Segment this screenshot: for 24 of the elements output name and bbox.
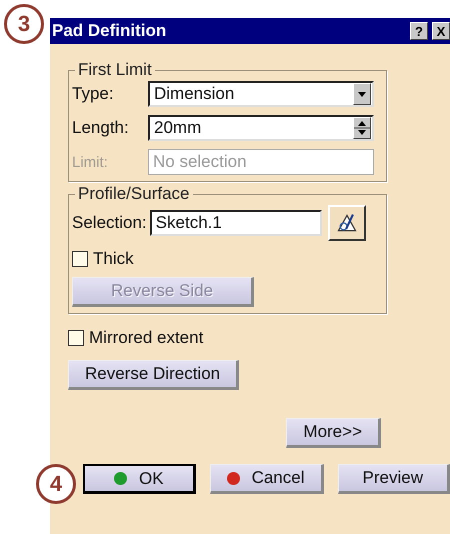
field-label: Type: [72, 84, 115, 104]
sketch-button[interactable] [328, 205, 366, 241]
length-spinner[interactable]: 20mm [148, 115, 374, 141]
close-button[interactable]: X [432, 22, 450, 40]
step-number: 3 [4, 4, 44, 44]
window-title: Pad Definition [52, 21, 168, 41]
ok-button[interactable]: OK [83, 464, 196, 494]
field-label: Length: [72, 118, 130, 138]
field-label: Selection: [72, 213, 147, 233]
checkbox[interactable] [68, 330, 84, 346]
help-button[interactable]: ? [410, 22, 428, 40]
step-number: 4 [36, 464, 76, 504]
preview-button[interactable]: Preview [338, 464, 450, 494]
checkbox-label: Mirrored extent [89, 328, 204, 348]
more-button[interactable]: More>> [286, 418, 381, 448]
selection-field[interactable]: Sketch.1 [150, 210, 322, 236]
field-label: Limit: [72, 154, 109, 170]
type-dropdown[interactable]: Dimension [148, 81, 374, 107]
checkbox-label: Thick [93, 249, 134, 269]
reverse-direction-button[interactable]: Reverse Direction [68, 360, 240, 390]
limit-field: No selection [148, 149, 374, 175]
spinner-arrows-icon[interactable] [353, 117, 371, 139]
checkbox[interactable] [72, 251, 88, 267]
cancel-button[interactable]: Cancel [210, 464, 324, 494]
